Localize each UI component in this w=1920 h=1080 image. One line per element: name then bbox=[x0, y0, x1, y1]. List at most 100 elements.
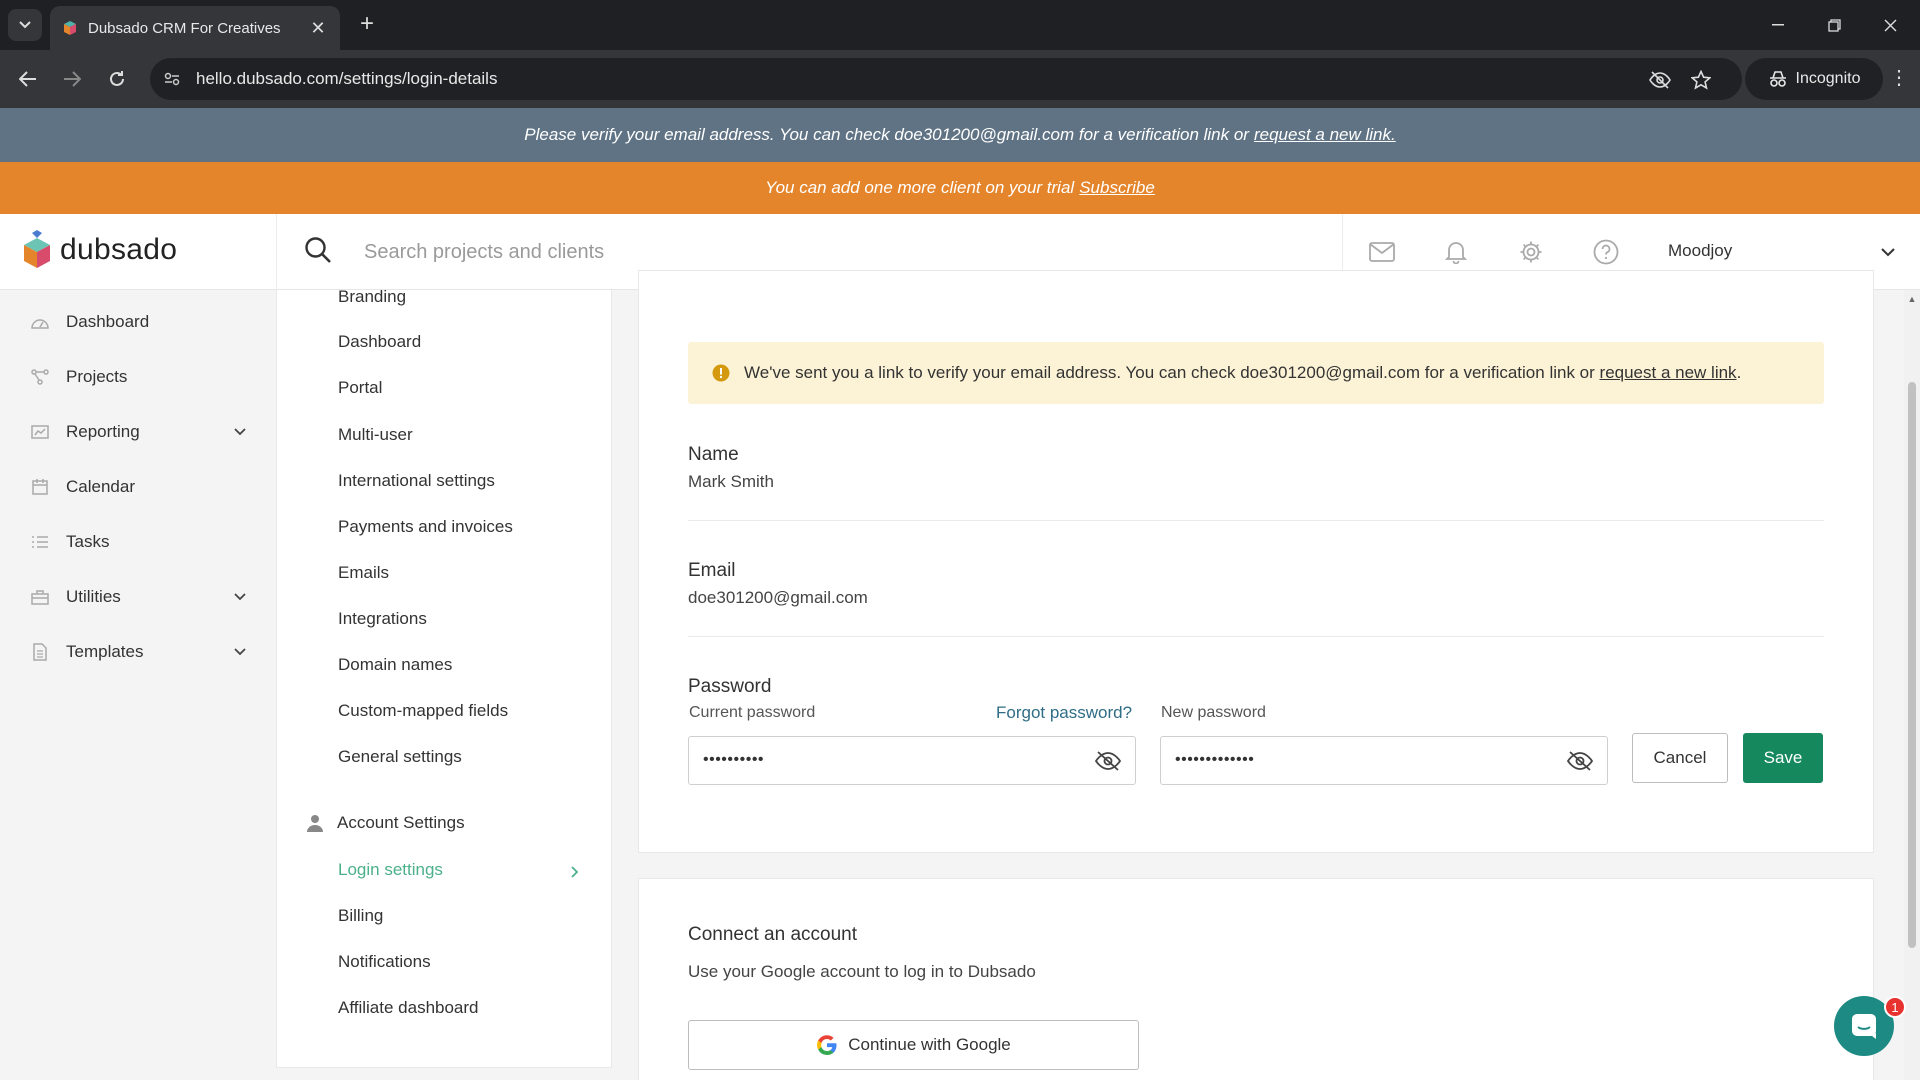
sidebar-item-tasks[interactable]: Tasks bbox=[30, 527, 250, 557]
password-label: Password bbox=[688, 676, 772, 697]
address-bar[interactable]: hello.dubsado.com/settings/login-details bbox=[150, 58, 1742, 100]
sidebar-item-label: Templates bbox=[66, 642, 144, 661]
reload-icon[interactable] bbox=[101, 63, 133, 95]
settings-nav-item[interactable]: Affiliate dashboard bbox=[338, 998, 479, 1022]
forgot-password-link[interactable]: Forgot password? bbox=[996, 703, 1132, 723]
new-password-value: ••••••••••••• bbox=[1175, 751, 1255, 768]
dubsado-logo[interactable]: dubsado bbox=[22, 228, 177, 272]
scroll-up-arrow-icon[interactable]: ▲ bbox=[1907, 294, 1917, 304]
site-info-icon[interactable] bbox=[162, 69, 182, 89]
settings-nav-item[interactable]: Integrations bbox=[338, 609, 427, 633]
close-window-icon[interactable] bbox=[1870, 8, 1910, 42]
settings-nav-item[interactable]: Custom-mapped fields bbox=[338, 701, 508, 725]
trial-banner-text: You can add one more client on your tria… bbox=[765, 178, 1075, 197]
bookmark-star-icon[interactable] bbox=[1689, 68, 1713, 92]
minimize-icon[interactable] bbox=[1758, 8, 1798, 42]
search-icon[interactable] bbox=[304, 236, 334, 266]
settings-nav-item[interactable]: Branding bbox=[338, 287, 406, 311]
alert-request-link[interactable]: request a new link bbox=[1600, 363, 1737, 382]
templates-icon bbox=[30, 642, 50, 662]
chevron-down-icon[interactable] bbox=[230, 587, 250, 607]
mail-icon[interactable] bbox=[1368, 238, 1396, 266]
gear-icon[interactable] bbox=[1517, 238, 1545, 266]
dubsado-logo-icon bbox=[24, 230, 50, 268]
sidebar-item-label: Dashboard bbox=[66, 312, 150, 331]
current-password-label: Current password bbox=[689, 704, 816, 721]
settings-nav-item[interactable]: Dashboard bbox=[338, 332, 421, 356]
chevron-right-icon bbox=[567, 864, 583, 880]
sidebar-item-reporting[interactable]: Reporting bbox=[30, 417, 250, 447]
settings-nav-item[interactable]: Notifications bbox=[338, 952, 431, 976]
email-value: doe301200@gmail.com bbox=[688, 588, 868, 607]
settings-nav-item[interactable]: International settings bbox=[338, 471, 495, 495]
settings-nav-item[interactable]: General settings bbox=[338, 747, 462, 771]
google-icon bbox=[817, 1035, 837, 1055]
search-input[interactable] bbox=[364, 236, 964, 268]
settings-nav-item-login-settings[interactable]: Login settings bbox=[338, 860, 443, 884]
settings-nav-item[interactable]: Emails bbox=[338, 563, 389, 587]
eye-off-icon[interactable] bbox=[1567, 749, 1593, 773]
account-settings-section: Account Settings bbox=[307, 810, 465, 836]
google-button-label: Continue with Google bbox=[848, 1035, 1011, 1054]
settings-nav-item[interactable]: Multi-user bbox=[338, 425, 413, 449]
settings-nav-item[interactable]: Portal bbox=[338, 378, 382, 402]
page-scrollbar[interactable]: ▲ bbox=[1904, 290, 1920, 1080]
tab-close-icon[interactable]: ✕ bbox=[308, 18, 328, 39]
settings-nav-item[interactable]: Domain names bbox=[338, 655, 452, 679]
chevron-down-icon[interactable] bbox=[1876, 240, 1900, 264]
verify-alert: We've sent you a link to verify your ema… bbox=[688, 342, 1824, 404]
cancel-button[interactable]: Cancel bbox=[1632, 733, 1728, 783]
sidebar-item-projects[interactable]: Projects bbox=[30, 362, 250, 392]
logo-text: dubsado bbox=[60, 233, 178, 266]
projects-icon bbox=[30, 367, 50, 387]
sidebar-item-utilities[interactable]: Utilities bbox=[30, 582, 250, 612]
chevron-down-icon bbox=[19, 21, 31, 29]
url-text: hello.dubsado.com/settings/login-details bbox=[196, 69, 498, 88]
dubsado-favicon-icon bbox=[64, 21, 76, 35]
name-label: Name bbox=[688, 444, 739, 465]
settings-nav-item[interactable]: Billing bbox=[338, 906, 383, 930]
calendar-icon bbox=[30, 477, 50, 497]
new-password-field[interactable]: ••••••••••••• bbox=[1160, 736, 1608, 785]
settings-nav-item[interactable]: Payments and invoices bbox=[338, 517, 513, 541]
dashboard-icon bbox=[30, 312, 50, 332]
save-button[interactable]: Save bbox=[1743, 733, 1823, 783]
back-icon[interactable] bbox=[12, 63, 44, 95]
browser-menu-icon[interactable]: ⋮ bbox=[1884, 63, 1914, 95]
eye-off-icon[interactable] bbox=[1095, 749, 1121, 773]
eye-off-icon[interactable] bbox=[1648, 68, 1672, 92]
forward-icon[interactable] bbox=[56, 63, 88, 95]
current-password-field[interactable]: •••••••••• bbox=[688, 736, 1136, 785]
incognito-badge[interactable]: Incognito bbox=[1745, 58, 1883, 100]
sidebar-item-dashboard[interactable]: Dashboard bbox=[30, 307, 250, 337]
chat-notification-badge: 1 bbox=[1884, 996, 1906, 1018]
user-menu-name[interactable]: Moodjoy bbox=[1668, 241, 1732, 261]
tab-list-button[interactable] bbox=[8, 9, 42, 41]
sidebar-item-templates[interactable]: Templates bbox=[30, 637, 250, 667]
continue-with-google-button[interactable]: Continue with Google bbox=[688, 1020, 1139, 1070]
sidebar-item-label: Calendar bbox=[66, 477, 135, 496]
help-icon[interactable] bbox=[1592, 238, 1620, 266]
reporting-icon bbox=[30, 422, 50, 442]
incognito-icon bbox=[1769, 71, 1786, 87]
chevron-down-icon[interactable] bbox=[230, 422, 250, 442]
browser-toolbar: hello.dubsado.com/settings/login-details… bbox=[0, 50, 1920, 108]
verify-banner-link[interactable]: request a new link. bbox=[1254, 125, 1396, 145]
alert-tail: . bbox=[1736, 363, 1742, 382]
restore-icon[interactable] bbox=[1814, 8, 1854, 42]
account-settings-heading: Account Settings bbox=[337, 813, 465, 832]
email-label: Email bbox=[688, 560, 736, 581]
user-icon bbox=[307, 815, 323, 832]
subscribe-link[interactable]: Subscribe bbox=[1079, 178, 1155, 198]
bell-icon[interactable] bbox=[1442, 238, 1470, 266]
scrollbar-thumb[interactable] bbox=[1908, 382, 1916, 948]
sidebar-item-label: Tasks bbox=[66, 532, 110, 551]
browser-tab-bar: Dubsado CRM For Creatives ✕ + bbox=[0, 0, 1920, 50]
new-tab-icon[interactable]: + bbox=[352, 10, 382, 40]
divider bbox=[688, 636, 1824, 637]
sidebar-item-calendar[interactable]: Calendar bbox=[30, 472, 250, 502]
trial-banner: You can add one more client on your tria… bbox=[0, 162, 1920, 214]
browser-tab[interactable]: Dubsado CRM For Creatives ✕ bbox=[50, 6, 340, 50]
chevron-down-icon[interactable] bbox=[230, 642, 250, 662]
current-password-value: •••••••••• bbox=[703, 751, 765, 768]
